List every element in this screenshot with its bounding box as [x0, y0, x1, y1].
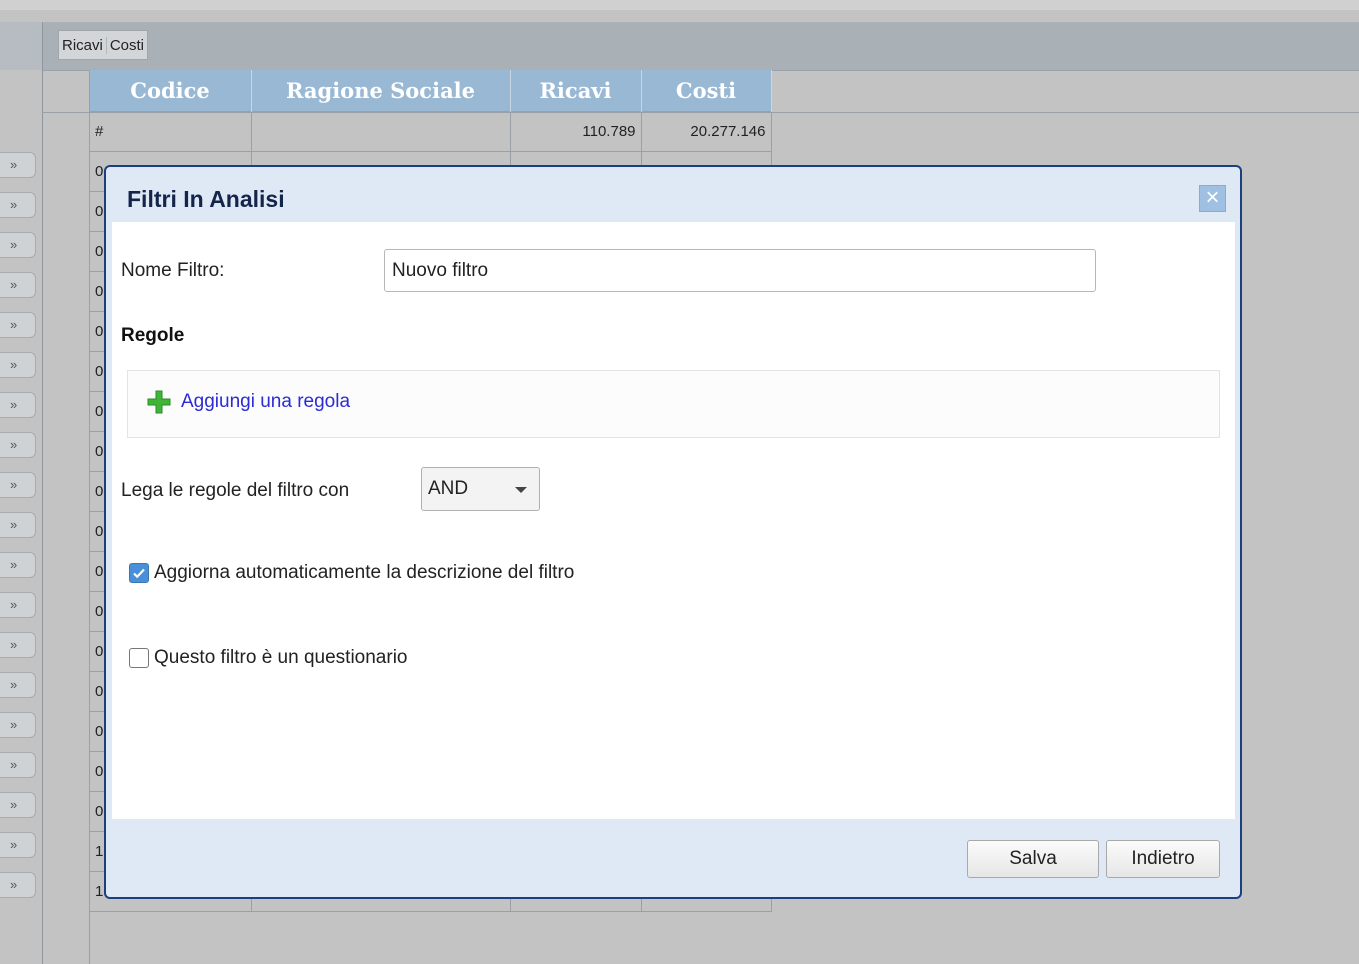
row-expand-button[interactable]: » — [0, 272, 36, 298]
filter-dialog: Filtri In Analisi × Nome Filtro: Regole … — [104, 165, 1242, 899]
tab-costi[interactable]: Costi — [105, 36, 147, 54]
table-row[interactable]: #110.789 20.277.146 — [89, 111, 772, 152]
add-rule-link[interactable]: Aggiungi una regola — [146, 389, 350, 415]
logic-operator-value: AND — [428, 478, 469, 499]
row-expand-button[interactable]: » — [0, 432, 36, 458]
row-expand-button[interactable]: » — [0, 152, 36, 178]
nome-filtro-label: Nome Filtro: — [121, 260, 225, 281]
row-expand-button[interactable]: » — [0, 312, 36, 338]
save-button[interactable]: Salva — [967, 840, 1099, 878]
row-expand-button[interactable]: » — [0, 672, 36, 698]
nome-filtro-input[interactable] — [384, 249, 1096, 292]
regole-heading: Regole — [121, 325, 185, 346]
row-expand-button[interactable]: » — [0, 552, 36, 578]
dialog-title: Filtri In Analisi — [127, 186, 285, 212]
questionario-checkbox[interactable] — [129, 648, 149, 668]
plus-icon — [147, 390, 171, 414]
tab-ricavi[interactable]: Ricavi — [59, 37, 106, 54]
row-expand-button[interactable]: » — [0, 712, 36, 738]
col-header-codice[interactable]: Codice — [89, 70, 252, 112]
col-header-ricavi[interactable]: Ricavi — [510, 70, 642, 112]
auto-description-checkbox[interactable] — [129, 563, 149, 583]
checkmark-icon — [133, 568, 145, 579]
row-expand-button[interactable]: » — [0, 592, 36, 618]
measure-tabs: Ricavi Costi — [58, 30, 149, 60]
row-expand-button[interactable]: » — [0, 472, 36, 498]
row-expand-button[interactable]: » — [0, 832, 36, 858]
col-header-costi[interactable]: Costi — [641, 70, 772, 112]
row-expand-button[interactable]: » — [0, 512, 36, 538]
row-expand-button[interactable]: » — [0, 192, 36, 218]
toolbar-corner — [0, 22, 43, 70]
header-divider — [42, 112, 1359, 113]
row-expand-button[interactable]: » — [0, 792, 36, 818]
cell-ragione — [250, 111, 511, 152]
lega-regole-label: Lega le regole del filtro con — [121, 480, 350, 501]
row-selector-column — [42, 70, 90, 964]
row-expand-button[interactable]: » — [0, 232, 36, 258]
col-header-ragione-sociale[interactable]: Ragione Sociale — [251, 70, 511, 112]
cell-costi: 20.277.146 — [640, 111, 772, 152]
auto-description-label: Aggiorna automaticamente la descrizione … — [154, 562, 575, 583]
row-expand-button[interactable]: » — [0, 352, 36, 378]
column-toolbar — [0, 22, 1359, 71]
row-expand-button[interactable]: » — [0, 392, 36, 418]
grid-header-row: Codice Ragione Sociale Ricavi Costi — [89, 70, 772, 112]
cell-ricavi: 110.789 — [509, 111, 642, 152]
top-strip — [0, 0, 1359, 10]
add-rule-label: Aggiungi una regola — [181, 391, 351, 412]
row-expand-button[interactable]: » — [0, 872, 36, 898]
row-expand-button[interactable]: » — [0, 752, 36, 778]
chevron-down-icon — [515, 487, 527, 493]
back-button[interactable]: Indietro — [1106, 840, 1220, 878]
row-expand-button[interactable]: » — [0, 632, 36, 658]
rules-panel: Aggiungi una regola — [127, 370, 1220, 438]
auto-description-option[interactable]: Aggiorna automaticamente la descrizione … — [129, 562, 574, 584]
questionario-label: Questo filtro è un questionario — [154, 647, 408, 668]
questionario-option[interactable]: Questo filtro è un questionario — [129, 647, 408, 669]
close-icon[interactable]: × — [1199, 185, 1226, 212]
dialog-body: Nome Filtro: Regole Aggiungi una regola … — [112, 222, 1235, 819]
cell-codice: # — [89, 111, 252, 152]
logic-operator-select[interactable]: AND — [421, 467, 540, 511]
